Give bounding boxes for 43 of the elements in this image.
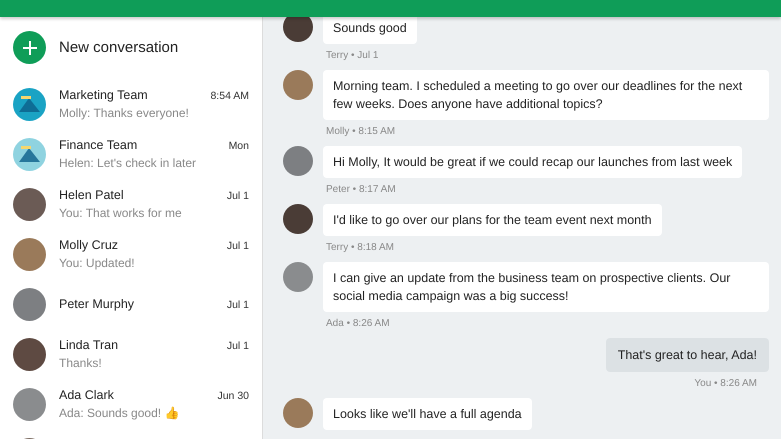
message-meta: Molly • 8:15 AM xyxy=(326,126,396,137)
contact-name: Linda Tran xyxy=(59,338,118,352)
message-preview: Molly: Thanks everyone! xyxy=(59,106,190,120)
contact-name: Finance Team xyxy=(59,138,138,152)
message-bubble: Hi Molly, It would be great if we could recap our launches from last week xyxy=(323,146,742,178)
plus-icon xyxy=(13,31,46,64)
message-bubble: Looks like we'll have a full agenda xyxy=(323,398,532,430)
conversation-item[interactable]: Peter Murphy Jul 1 xyxy=(0,279,262,329)
message-meta: You • 8:26 AM xyxy=(694,378,757,389)
message-bubble: I can give an update from the business team on prospective clients. Our social media campaign was a big success! xyxy=(323,262,769,312)
contact-name: Helen Patel xyxy=(59,188,124,202)
contact-name: Ada Clark xyxy=(59,388,114,402)
message-meta: Terry • Jul 1 xyxy=(326,50,378,61)
conversation-item[interactable]: Marketing Team 8:54 AM Molly: Thanks everyone! xyxy=(0,79,262,129)
contact-name: Peter Murphy xyxy=(59,297,134,311)
contact-name: Molly Cruz xyxy=(59,238,118,252)
message-preview: Ada: Sounds good! 👍 xyxy=(59,406,180,420)
conversation-item[interactable]: Linda Tran Jul 1 Thanks! xyxy=(0,329,262,379)
message-meta: Peter • 8:17 AM xyxy=(326,184,396,195)
conversation-item[interactable]: Molly Cruz Jul 1 You: Updated! xyxy=(0,229,262,279)
conversation-time: Jul 1 xyxy=(226,190,249,202)
message-meta: Terry • 8:18 AM xyxy=(326,242,394,253)
message-bubble: Morning team. I scheduled a meeting to go over our deadlines for the next few weeks. Does anyone have additional topics? xyxy=(323,70,769,120)
conversation-item[interactable]: Ada Clark Jun 30 Ada: Sounds good! 👍 xyxy=(0,379,262,429)
message-preview: Thanks! xyxy=(59,356,103,370)
conversation-time: Jul 1 xyxy=(226,299,249,311)
contact-name: Marketing Team xyxy=(59,88,148,102)
message-bubble: That's great to hear, Ada! xyxy=(606,338,769,372)
conversation-time: Jun 30 xyxy=(217,390,249,402)
conversation-item[interactable]: Helen Patel Jul 1 You: That works for me xyxy=(0,179,262,229)
group-avatar-icon xyxy=(13,138,46,170)
conversation-time: Jul 1 xyxy=(226,340,249,352)
message-preview: You: That works for me xyxy=(59,206,183,220)
message-meta: Ada • 8:26 AM xyxy=(326,318,390,329)
conversation-item[interactable]: Finance Team Mon Helen: Let's check in later xyxy=(0,129,262,179)
conversation-time: Jul 1 xyxy=(226,240,249,252)
conversation-time: Mon xyxy=(228,140,249,152)
message-bubble: I'd like to go over our plans for the team event next month xyxy=(323,204,662,236)
message-preview: You: Updated! xyxy=(59,256,136,270)
group-avatar-icon xyxy=(13,88,46,120)
message-preview: Helen: Let's check in later xyxy=(59,156,198,170)
conversation-time: 8:54 AM xyxy=(210,90,249,102)
message-bubble: Sounds good xyxy=(323,17,417,44)
